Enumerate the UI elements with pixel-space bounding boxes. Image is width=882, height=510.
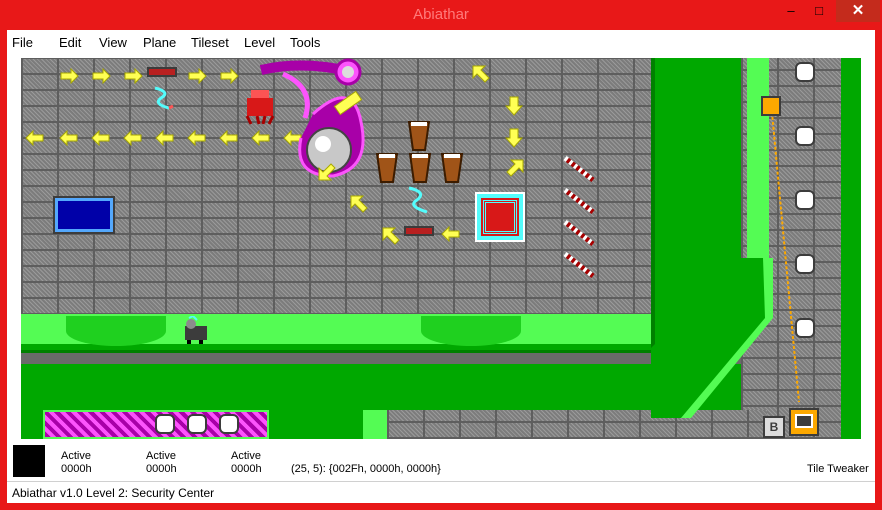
plane-2: Active 0000h (146, 450, 177, 476)
green-wall-right (841, 58, 861, 439)
plane-2-label: Active (146, 450, 176, 462)
node-icon (155, 414, 175, 434)
screen-icon (55, 198, 113, 232)
menu-tools[interactable]: Tools (290, 35, 320, 50)
plane-1-value: 0000h (61, 463, 92, 475)
arrow-icon (350, 195, 368, 213)
pit-edge (363, 410, 387, 439)
arrow-icon (506, 159, 524, 177)
menu-tileset[interactable]: Tileset (191, 35, 229, 50)
sphere-icon (259, 58, 365, 178)
conveyor-icon (147, 67, 177, 77)
cup-icon (375, 153, 399, 183)
arrow-icon (505, 96, 523, 116)
menu-bar: File Edit View Plane Tileset Level Tools (7, 30, 875, 56)
arrow-icon (382, 227, 400, 245)
ledge-bump (421, 316, 521, 346)
node-icon (187, 414, 207, 434)
circuit-pattern (483, 200, 517, 234)
minimize-icon[interactable]: – (780, 0, 802, 22)
tile-preview[interactable] (13, 445, 45, 477)
tile-tweaker-label[interactable]: Tile Tweaker (807, 463, 869, 475)
menu-view[interactable]: View (99, 35, 127, 50)
arrow-icon (318, 163, 336, 181)
arrow-icon (505, 128, 523, 148)
plane-3-value: 0000h (231, 463, 262, 475)
cup-icon (408, 153, 432, 183)
spring-icon (154, 86, 174, 110)
ledge-rail (21, 350, 651, 353)
green-floor (21, 364, 741, 410)
cursor-info: (25, 5): {002Fh, 0000h, 0000h} (291, 463, 441, 475)
plane-info-panel: Active 0000h Active 0000h Active 0000h (… (7, 441, 875, 503)
rod-icon (563, 156, 595, 278)
status-text: Abiathar v1.0 Level 2: Security Center (12, 486, 215, 500)
plane-1: Active 0000h (61, 450, 92, 476)
node-icon (795, 62, 815, 82)
menu-plane[interactable]: Plane (143, 35, 176, 50)
node-icon (219, 414, 239, 434)
client-area: File Edit View Plane Tileset Level Tools (7, 30, 875, 503)
cup-icon (407, 121, 431, 151)
tile-marker: B (763, 416, 785, 438)
door-window (795, 414, 813, 428)
arrow-icon (472, 65, 490, 83)
status-bar: Abiathar v1.0 Level 2: Security Center (7, 481, 875, 503)
conveyor-icon (404, 226, 434, 236)
spring-icon (408, 186, 428, 214)
menu-edit[interactable]: Edit (59, 35, 81, 50)
title-bar[interactable]: Abiathar – □ ✕ (0, 0, 882, 30)
maximize-icon[interactable]: □ (808, 0, 830, 22)
app-window: Abiathar – □ ✕ File Edit View Plane Tile… (0, 0, 882, 510)
plane-2-value: 0000h (146, 463, 177, 475)
level-canvas[interactable]: B (21, 58, 861, 439)
link-line (770, 101, 800, 403)
arrow-icon (441, 226, 460, 242)
plane-3-label: Active (231, 450, 261, 462)
cup-icon (440, 153, 464, 183)
ledge-bump (66, 316, 166, 346)
selection-handle[interactable] (761, 96, 781, 116)
menu-file[interactable]: File (12, 35, 33, 50)
plane-3: Active 0000h (231, 450, 262, 476)
keen-sprite[interactable] (181, 316, 211, 344)
plane-1-label: Active (61, 450, 91, 462)
close-icon[interactable]: ✕ (836, 0, 880, 22)
menu-level[interactable]: Level (244, 35, 275, 50)
window-title: Abiathar (413, 6, 469, 23)
